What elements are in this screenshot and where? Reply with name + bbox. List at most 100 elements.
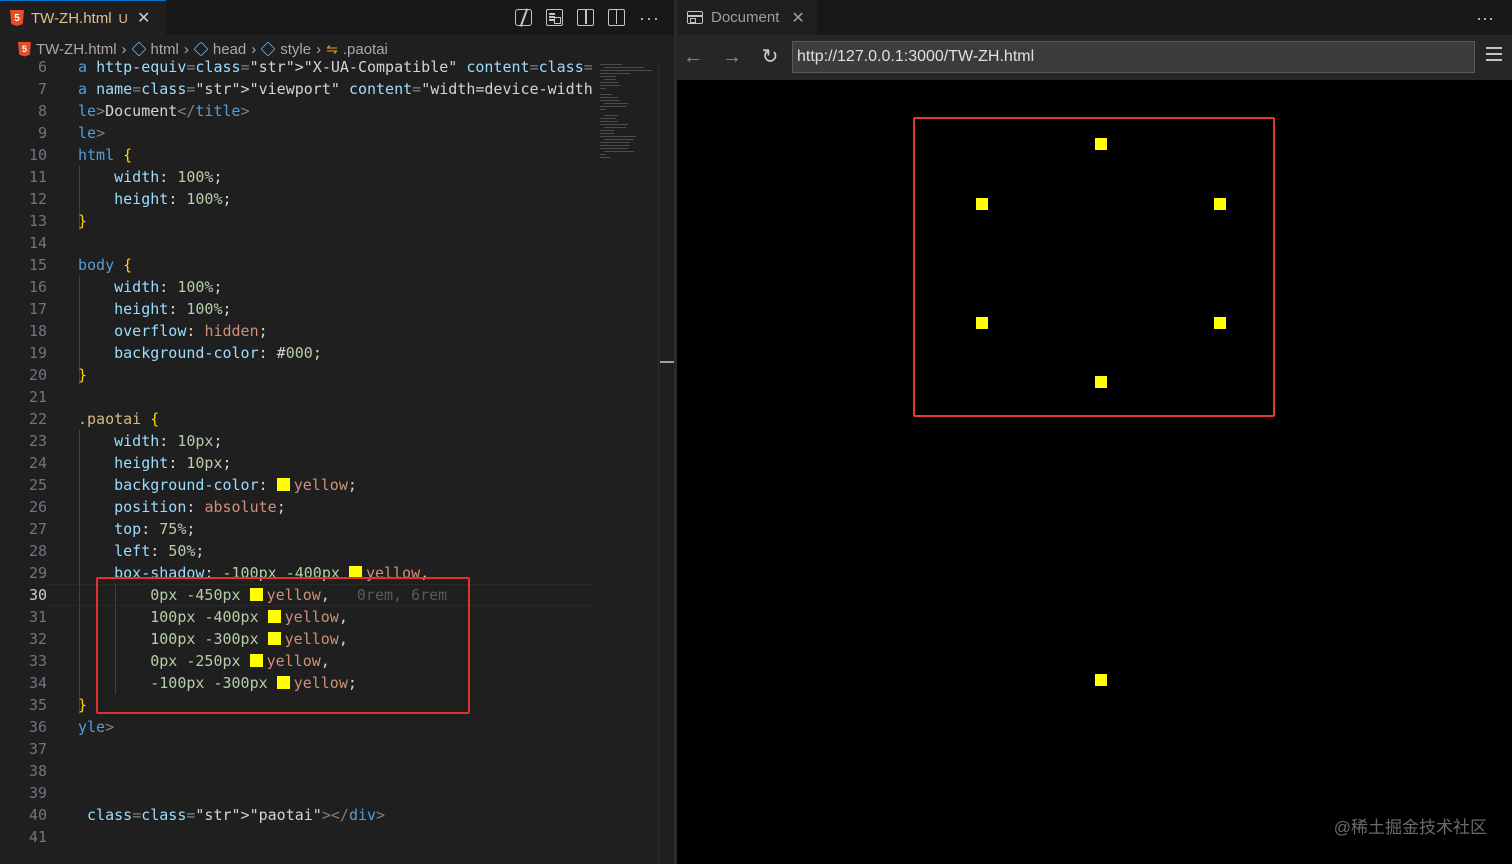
code-line[interactable]: 6 a http-equiv=class="str">"X-UA-Compatib… xyxy=(0,60,592,78)
forward-button[interactable]: → xyxy=(721,46,743,68)
line-number: 23 xyxy=(28,432,47,450)
code-text: } xyxy=(78,212,88,230)
code-editor-pane: 5 TW-ZH.html U ✕ ··· 5 TW-ZH.html › html › he… xyxy=(0,0,674,864)
minimap-line xyxy=(600,94,612,95)
more-icon[interactable]: ··· xyxy=(639,9,660,27)
code-text: width: 100%; xyxy=(114,168,223,186)
split-editor-icon[interactable] xyxy=(608,9,626,26)
breadcrumb-item[interactable]: ⇋ .paotai xyxy=(326,41,388,58)
chevron-right-icon: › xyxy=(183,40,189,58)
code-line[interactable]: 16 width: 100%; xyxy=(0,276,592,298)
line-number: 16 xyxy=(28,278,47,296)
line-number: 33 xyxy=(28,652,47,670)
line-number: 36 xyxy=(28,718,47,736)
breadcrumb-item[interactable]: 5 TW-ZH.html xyxy=(18,41,117,58)
open-changes-icon[interactable] xyxy=(515,9,533,26)
code-line[interactable]: 38 xyxy=(0,760,592,782)
line-number: 22 xyxy=(28,410,47,428)
chevron-right-icon: › xyxy=(251,40,257,58)
code-line[interactable]: 36 yle> xyxy=(0,716,592,738)
breadcrumb: 5 TW-ZH.html › html › head › style › ⇋ .paotai xyxy=(0,38,674,60)
code-line[interactable]: 28 left: 50%; xyxy=(0,540,592,562)
line-number: 25 xyxy=(28,476,47,494)
chevron-right-icon: › xyxy=(316,40,322,58)
editor-tab-label: TW-ZH.html xyxy=(31,9,112,27)
close-icon[interactable]: ✕ xyxy=(791,8,804,28)
browser-icon xyxy=(687,11,703,24)
code-line[interactable]: 18 overflow: hidden; xyxy=(0,320,592,342)
minimap-line xyxy=(600,76,616,77)
code-line[interactable]: 26 position: absolute; xyxy=(0,496,592,518)
code-line[interactable]: 13} xyxy=(0,210,592,232)
line-number: 26 xyxy=(28,498,47,516)
scrollbar-thumb-marker[interactable] xyxy=(660,361,674,363)
code-line[interactable]: 15 body { xyxy=(0,254,592,276)
toggle-layout-icon[interactable] xyxy=(577,9,595,26)
html5-icon: 5 xyxy=(10,10,24,26)
code-line[interactable]: 40 class=class="str">"paotai"></div> xyxy=(0,804,592,826)
line-number: 21 xyxy=(28,388,47,406)
back-button[interactable]: ← xyxy=(682,46,704,68)
url-input[interactable] xyxy=(792,41,1475,73)
reload-button[interactable]: ↻ xyxy=(759,46,781,68)
code-line[interactable]: 20} xyxy=(0,364,592,386)
code-line[interactable]: 12 height: 100%; xyxy=(0,188,592,210)
minimap-line xyxy=(600,154,606,155)
line-number: 32 xyxy=(28,630,47,648)
code-text: html { xyxy=(78,146,133,164)
code-text: width: 10px; xyxy=(114,432,223,450)
code-text: left: 50%; xyxy=(114,542,205,560)
code-line[interactable]: 7 a name=class="str">"viewport" content="… xyxy=(0,78,592,100)
preview-icon[interactable] xyxy=(546,9,564,26)
breadcrumb-item[interactable]: style xyxy=(260,41,311,58)
line-number: 37 xyxy=(28,740,47,758)
code-line[interactable]: 37 xyxy=(0,738,592,760)
minimap-line xyxy=(604,139,634,140)
code-line[interactable]: 14 xyxy=(0,232,592,254)
breadcrumb-item[interactable]: head xyxy=(193,41,246,58)
vertical-scrollbar[interactable] xyxy=(658,60,674,864)
code-text: position: absolute; xyxy=(114,498,286,516)
minimap-line xyxy=(600,70,652,71)
code-line[interactable]: 41 xyxy=(0,826,592,848)
yellow-square xyxy=(1214,198,1226,210)
yellow-square xyxy=(1095,138,1107,150)
watermark: @稀土掘金技术社区 xyxy=(1333,818,1487,837)
editor-tab[interactable]: 5 TW-ZH.html U ✕ xyxy=(0,0,166,35)
code-text: le> xyxy=(78,124,106,142)
code-line[interactable]: 10 html { xyxy=(0,144,592,166)
code-line[interactable]: 11 width: 100%; xyxy=(0,166,592,188)
code-line[interactable]: 19 background-color: #000; xyxy=(0,342,592,364)
code-line[interactable]: 25 background-color: yellow; xyxy=(0,474,592,496)
code-line[interactable]: 24 height: 10px; xyxy=(0,452,592,474)
code-line[interactable]: 9 le> xyxy=(0,122,592,144)
browser-tab[interactable]: Document ✕ xyxy=(677,0,817,35)
breadcrumb-item[interactable]: html xyxy=(131,41,179,58)
line-number: 11 xyxy=(28,168,47,186)
code-line[interactable]: 17 height: 100%; xyxy=(0,298,592,320)
menu-icon[interactable] xyxy=(1486,47,1502,61)
code-line[interactable]: 22 .paotai { xyxy=(0,408,592,430)
line-number: 39 xyxy=(28,784,47,802)
minimap-line xyxy=(604,79,616,80)
code-line[interactable]: 21 xyxy=(0,386,592,408)
code-text: background-color: #000; xyxy=(114,344,322,362)
code-line[interactable]: 27 top: 75%; xyxy=(0,518,592,540)
minimap-line xyxy=(604,151,634,152)
code-text: class=class="str">"paotai"></div> xyxy=(87,806,386,824)
code-text: height: 100%; xyxy=(114,190,232,208)
code-line[interactable]: 39 xyxy=(0,782,592,804)
more-icon[interactable]: ··· xyxy=(1476,8,1494,29)
code-line[interactable]: 8 le>Document</title> xyxy=(0,100,592,122)
minimap-line xyxy=(600,73,630,74)
close-icon[interactable]: ✕ xyxy=(137,8,150,28)
cube-icon xyxy=(260,41,276,57)
minimap[interactable] xyxy=(592,60,658,864)
minimap-line xyxy=(604,127,626,128)
code-area[interactable]: 6 a http-equiv=class="str">"X-UA-Compatib… xyxy=(0,60,592,864)
code-text: .paotai { xyxy=(78,410,160,428)
code-line[interactable]: 23 width: 10px; xyxy=(0,430,592,452)
browser-preview-pane: Document ✕ ··· ← → ↻ @稀土掘金技术社区 xyxy=(677,0,1512,864)
minimap-line xyxy=(600,142,630,143)
code-text: a name=class="str">"viewport" content="w… xyxy=(78,80,592,98)
